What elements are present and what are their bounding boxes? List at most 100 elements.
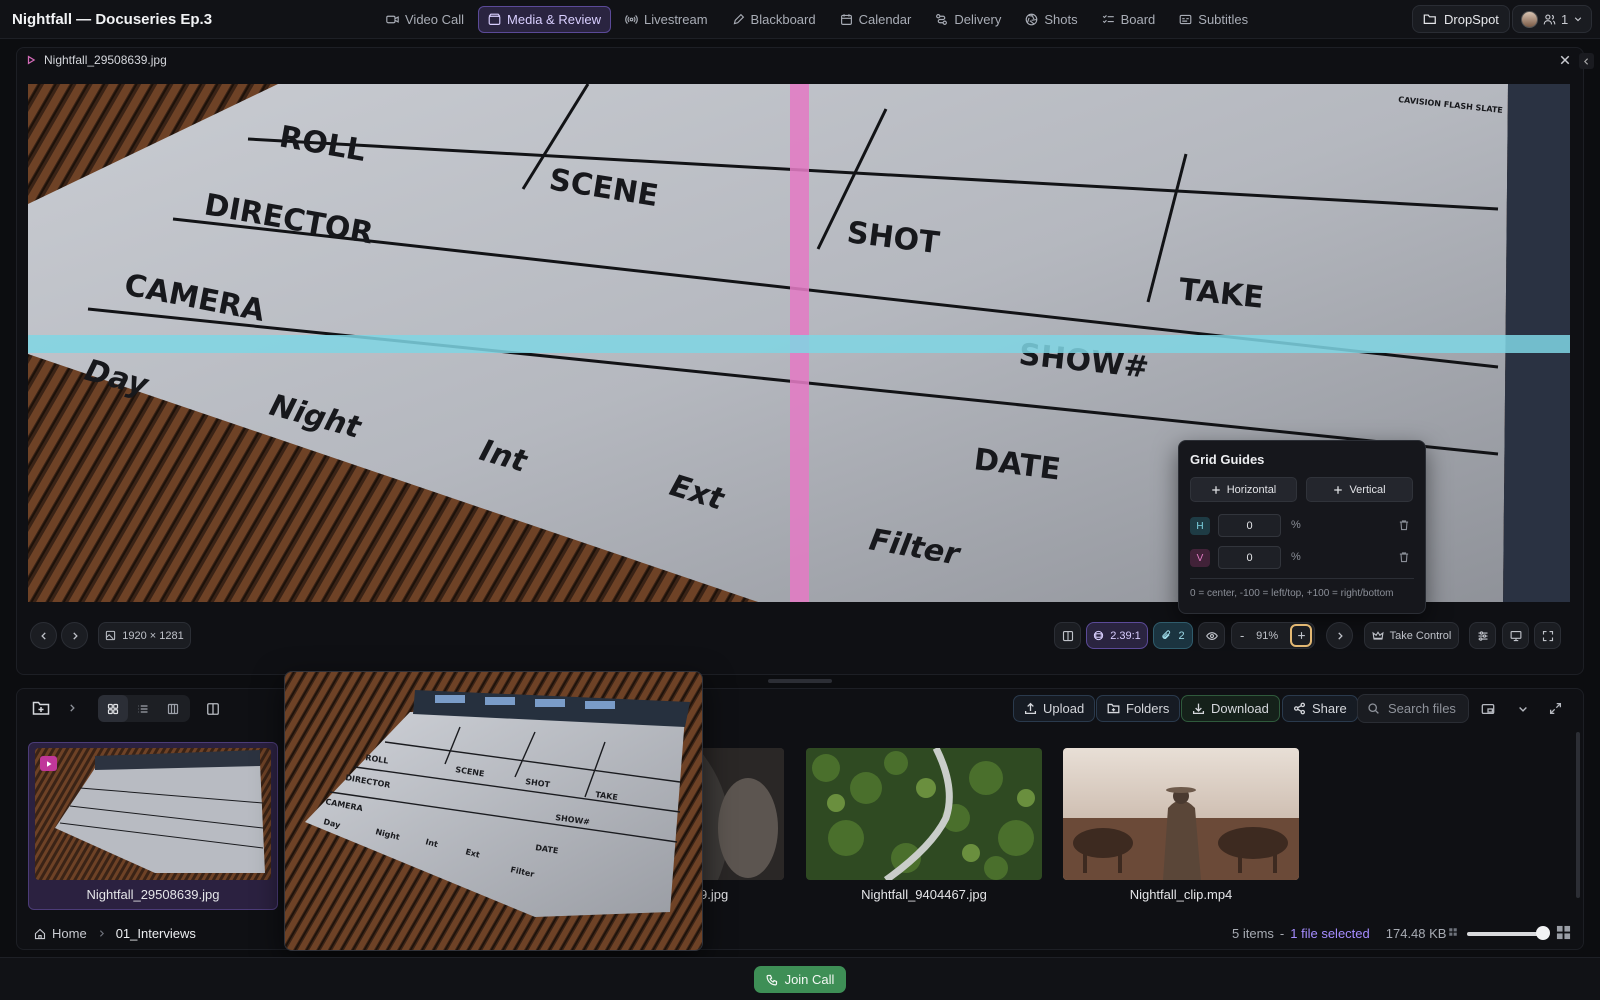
- trash-icon[interactable]: [1398, 519, 1410, 531]
- compare-button[interactable]: [1054, 622, 1081, 649]
- aspect-ratio-text: 2.39:1: [1110, 629, 1141, 642]
- user-count: 1: [1561, 11, 1569, 27]
- zoom-control: - 91%: [1231, 622, 1315, 649]
- column-view-button[interactable]: [158, 695, 188, 722]
- status-bar: 5 items - 1 file selected 174.48 KB: [1232, 926, 1446, 941]
- maximize-icon[interactable]: [1549, 702, 1562, 715]
- view-mode-group: [98, 695, 190, 722]
- tab-label: Livestream: [643, 12, 708, 27]
- search-input[interactable]: Search files: [1357, 694, 1469, 723]
- share-icon: [1293, 702, 1306, 715]
- breadcrumb-home[interactable]: Home: [52, 926, 87, 941]
- play-icon: [26, 55, 36, 65]
- add-vertical-guide-button[interactable]: Vertical: [1306, 477, 1413, 502]
- file-thumbnail[interactable]: [806, 748, 1042, 880]
- viewer-tab[interactable]: Nightfall_29508639.jpg: [26, 53, 167, 67]
- video-badge-icon: [40, 756, 57, 771]
- tab-calendar[interactable]: Calendar: [830, 6, 922, 33]
- button-label: Folders: [1126, 701, 1170, 716]
- file-name: Nightfall_clip.mp4: [1129, 887, 1233, 902]
- close-icon[interactable]: [1559, 54, 1571, 66]
- horizontal-grid-guide[interactable]: [28, 335, 1570, 353]
- paperclip-icon: [1161, 630, 1172, 641]
- tab-label: Calendar: [858, 12, 912, 27]
- panel-resize-handle[interactable]: [768, 679, 832, 683]
- grid-view-button[interactable]: [98, 695, 128, 722]
- new-folder-icon[interactable]: [32, 700, 50, 716]
- participants-button[interactable]: 1: [1512, 5, 1593, 33]
- tab-video-call[interactable]: Video Call: [376, 6, 474, 33]
- dimensions-text: 1920 × 1281: [122, 629, 184, 642]
- tab-shots[interactable]: Shots: [1015, 6, 1087, 33]
- folder-plus-icon: [1107, 702, 1120, 715]
- horizontal-tag: H: [1190, 517, 1210, 535]
- tab-board[interactable]: Board: [1092, 6, 1166, 33]
- aperture-icon: [1025, 13, 1038, 26]
- button-label: Download: [1211, 701, 1269, 716]
- slider-handle[interactable]: [1536, 926, 1550, 940]
- folders-button[interactable]: Folders: [1096, 695, 1181, 722]
- zoom-out-icon[interactable]: -: [1240, 628, 1244, 643]
- trash-icon[interactable]: [1398, 551, 1410, 563]
- breadcrumb: Home 01_Interviews: [34, 926, 196, 941]
- breadcrumb-folder[interactable]: 01_Interviews: [116, 926, 196, 941]
- home-icon: [34, 928, 46, 940]
- divider: [1190, 578, 1414, 579]
- picture-in-picture-icon[interactable]: [1481, 702, 1495, 716]
- next-media-button[interactable]: [1326, 622, 1353, 649]
- visibility-button[interactable]: [1198, 622, 1225, 649]
- add-horizontal-guide-button[interactable]: Horizontal: [1190, 477, 1297, 502]
- small-grid-icon: [1448, 927, 1458, 937]
- previous-button[interactable]: [30, 622, 57, 649]
- horizontal-offset-input[interactable]: 0: [1218, 514, 1281, 537]
- share-button[interactable]: Share: [1282, 695, 1358, 722]
- chevron-right-icon[interactable]: [67, 703, 77, 713]
- take-control-label: Take Control: [1389, 629, 1452, 642]
- chevron-left-icon[interactable]: [1579, 53, 1594, 69]
- eye-icon: [1205, 630, 1218, 642]
- join-call-label: Join Call: [784, 972, 835, 987]
- tab-label: Shots: [1044, 12, 1078, 27]
- aspect-ratio-icon: [1093, 630, 1104, 641]
- sidebar-toggle-icon[interactable]: [206, 702, 220, 716]
- expand-icon: [1542, 630, 1554, 642]
- file-thumbnail[interactable]: [35, 748, 271, 880]
- list-icon: [137, 703, 149, 715]
- grid-guides-title: Grid Guides: [1190, 452, 1265, 467]
- annotations-button[interactable]: 2: [1153, 622, 1193, 649]
- vertical-offset-input[interactable]: 0: [1218, 546, 1281, 569]
- download-icon: [1192, 702, 1205, 715]
- monitor-icon: [1510, 630, 1522, 642]
- app-title: Nightfall — Docuseries Ep.3: [12, 11, 213, 28]
- list-check-icon: [1102, 13, 1115, 26]
- fullscreen-button[interactable]: [1534, 622, 1561, 649]
- tab-subtitles[interactable]: Subtitles: [1169, 6, 1258, 33]
- tab-delivery[interactable]: Delivery: [925, 6, 1011, 33]
- file-thumbnail[interactable]: [1063, 748, 1299, 880]
- thumbnail-size-slider[interactable]: [1467, 932, 1543, 936]
- adjustments-button[interactable]: [1469, 622, 1496, 649]
- tab-media-review[interactable]: Media & Review: [478, 6, 611, 33]
- take-control-button[interactable]: Take Control: [1364, 622, 1459, 649]
- large-grid-icon: [1556, 925, 1571, 940]
- percent-unit: %: [1291, 551, 1301, 563]
- list-view-button[interactable]: [128, 695, 158, 722]
- upload-icon: [1024, 702, 1037, 715]
- tab-blackboard[interactable]: Blackboard: [722, 6, 826, 33]
- file-name: Nightfall_29508639.jpg: [86, 887, 220, 902]
- zoom-in-icon[interactable]: [1290, 624, 1312, 647]
- scrollbar[interactable]: [1576, 732, 1580, 898]
- dropspot-button[interactable]: DropSpot: [1412, 5, 1510, 33]
- status-separator: -: [1279, 926, 1285, 941]
- join-call-button[interactable]: Join Call: [754, 966, 846, 993]
- chevron-left-icon: [39, 631, 49, 641]
- annotation-count: 2: [1178, 629, 1185, 642]
- upload-button[interactable]: Upload: [1013, 695, 1096, 722]
- present-button[interactable]: [1502, 622, 1529, 649]
- download-button[interactable]: Download: [1181, 695, 1280, 722]
- file-name: 9.jpg: [700, 887, 729, 902]
- next-button[interactable]: [61, 622, 88, 649]
- tab-livestream[interactable]: Livestream: [615, 6, 718, 33]
- aspect-ratio-button[interactable]: 2.39:1: [1086, 622, 1148, 649]
- chevron-down-icon[interactable]: [1517, 703, 1529, 715]
